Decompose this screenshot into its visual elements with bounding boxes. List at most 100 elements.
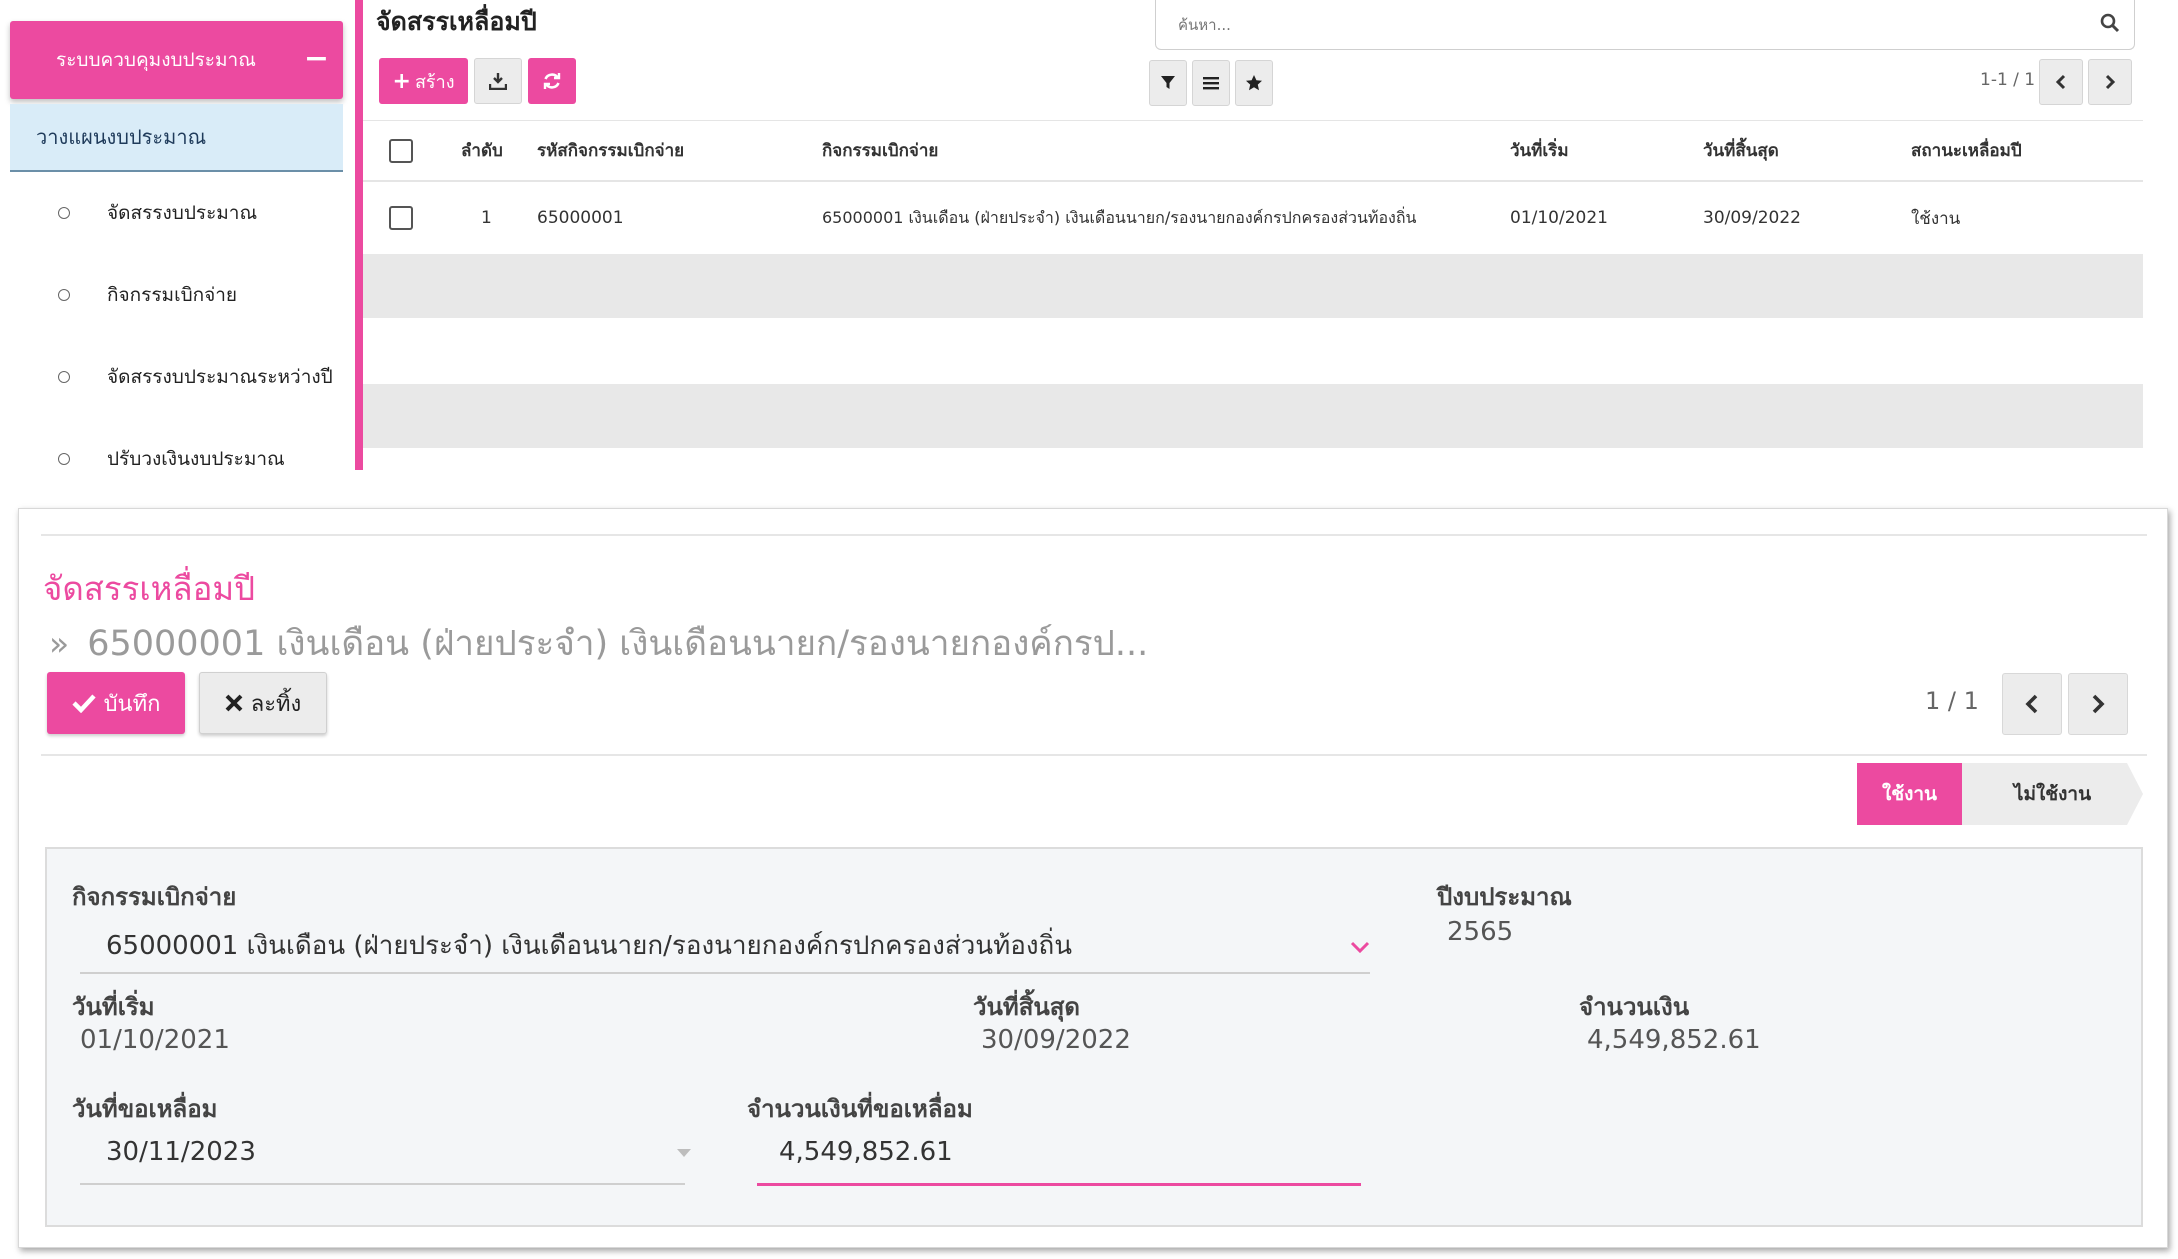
breadcrumb-record-name: 65000001 เงินเดือน (ฝ่ายประจำ) เงินเดือน… [87,624,1149,664]
sidebar-item-label: จัดสรรงบประมาณระหว่างปี [107,366,333,388]
download-button[interactable] [474,58,522,104]
request-amount-underline [757,1183,1361,1186]
amount-label: จำนวนเงิน [1579,993,1690,1021]
double-chevron-icon: » [49,624,70,663]
save-button[interactable]: บันทึก [47,672,185,734]
request-amount-input[interactable]: 4,549,852.61 [779,1137,953,1167]
cell-start-date: 01/10/2021 [1510,208,1608,228]
column-header-end-date[interactable]: วันที่สิ้นสุด [1703,121,1779,180]
form-view: จัดสรรเหลื่อมปี » 65000001 เงินเดือน (ฝ่… [18,508,2168,1248]
star-icon [1246,75,1262,91]
select-all-checkbox[interactable] [389,138,413,163]
empty-row [363,254,2143,318]
download-icon [489,73,507,90]
refresh-button[interactable] [528,58,576,104]
start-date-value: 01/10/2021 [80,1025,230,1055]
cell-status: ใช้งาน [1911,208,1961,229]
chevron-left-icon [2025,694,2038,714]
select-all-cell [389,121,413,180]
collapse-icon[interactable]: − [304,41,329,76]
column-header-seq[interactable]: ลำดับ [461,121,503,180]
create-button[interactable]: + สร้าง [379,58,468,104]
cell-seq: 1 [481,208,492,228]
chevron-left-icon [2055,74,2066,90]
row-select-cell [389,182,413,254]
sidebar-item-budget-adjust[interactable]: ปรับวงเงินงบประมาณ [10,434,343,484]
column-header-code[interactable]: รหัสกิจกรรมเบิกจ่าย [537,121,684,180]
prev-record-button[interactable] [2002,673,2062,735]
divider [41,754,2147,756]
next-page-button[interactable] [2088,59,2132,105]
list-icon [1203,77,1219,90]
fiscal-year-label: ปีงบประมาณ [1437,883,1572,911]
group-by-button[interactable] [1192,60,1230,106]
end-date-value: 30/09/2022 [981,1025,1131,1055]
form-sheet: กิจกรรมเบิกจ่าย 65000001 เงินเดือน (ฝ่าย… [45,847,2143,1227]
pager-indicator: 1-1 / 1 [1980,70,2036,90]
row-checkbox[interactable] [389,206,413,230]
check-icon [71,694,96,713]
sidebar: ระบบควบคุมงบประมาณ − วางแผนงบประมาณ จัดส… [0,0,354,470]
filter-icon [1161,76,1175,89]
sidebar-item-mid-year-allocation[interactable]: จัดสรรงบประมาณระหว่างปี [10,352,343,402]
column-header-status[interactable]: สถานะเหลื่อมปี [1911,121,2022,180]
column-header-start-date[interactable]: วันที่เริ่ม [1510,121,1569,180]
sidebar-divider [355,0,363,470]
sidebar-item-allocation[interactable]: จัดสรรงบประมาณ [10,188,343,238]
divider [41,534,2147,536]
chevron-down-icon[interactable] [1350,941,1370,953]
sidebar-item-label: กิจกรรมเบิกจ่าย [107,284,238,306]
sidebar-item-label: ปรับวงเงินงบประมาณ [107,448,285,470]
chevron-right-icon [2105,74,2116,90]
status-inactive[interactable]: ไม่ใช้งาน [1962,763,2143,825]
create-label: สร้าง [414,71,455,93]
request-date-underline [80,1183,685,1185]
prev-page-button[interactable] [2039,59,2083,105]
activity-label: กิจกรรมเบิกจ่าย [72,883,237,911]
sidebar-item-disbursement[interactable]: กิจกรรมเบิกจ่าย [10,270,343,320]
activity-underline [80,972,1370,974]
amount-value: 4,549,852.61 [1587,1025,1761,1055]
favorites-button[interactable] [1235,60,1273,106]
circle-bullet-icon [58,453,70,465]
request-amount-label: จำนวนเงินที่ขอเหลื่อม [747,1095,973,1123]
search-icon[interactable] [2100,13,2120,33]
status-active[interactable]: ใช้งาน [1857,763,1978,825]
search-input[interactable] [1178,10,2058,40]
table-row[interactable]: 1 65000001 65000001 เงินเดือน (ฝ่ายประจำ… [363,182,2143,254]
column-header-activity[interactable]: กิจกรรมเบิกจ่าย [822,121,938,180]
sidebar-header-label: ระบบควบคุมงบประมาณ [56,49,256,71]
cell-code: 65000001 [537,208,624,228]
fiscal-year-value: 2565 [1447,917,1514,947]
circle-bullet-icon [58,289,70,301]
page-title: จัดสรรเหลื่อมปี [376,7,537,36]
filter-button[interactable] [1149,60,1187,106]
form-title: จัดสรรเหลื่อมปี [43,569,256,608]
close-icon [225,694,243,712]
plus-icon: + [392,68,411,94]
sidebar-header-budget-control[interactable]: ระบบควบคุมงบประมาณ − [10,21,343,99]
record-pager: 1 / 1 [1925,687,1979,715]
request-date-input[interactable]: 30/11/2023 [106,1137,256,1167]
save-label: บันทึก [103,691,161,717]
list-view: ระบบควบคุมงบประมาณ − วางแผนงบประมาณ จัดส… [0,0,2178,470]
empty-row [363,318,2143,384]
start-date-label: วันที่เริ่ม [72,993,155,1021]
data-table: ลำดับ รหัสกิจกรรมเบิกจ่าย กิจกรรมเบิกจ่า… [363,120,2143,448]
status-bar: ใช้งาน ไม่ใช้งาน [1857,763,2143,825]
discard-label: ละทิ้ง [250,691,302,717]
refresh-icon [543,73,561,89]
breadcrumb: » 65000001 เงินเดือน (ฝ่ายประจำ) เงินเดื… [49,616,1148,671]
request-date-label: วันที่ขอเหลื่อม [72,1095,218,1123]
circle-bullet-icon [58,207,70,219]
empty-row [363,384,2143,448]
caret-down-icon[interactable] [677,1149,691,1157]
next-record-button[interactable] [2068,673,2128,735]
sidebar-sub-label: วางแผนงบประมาณ [36,125,207,149]
discard-button[interactable]: ละทิ้ง [199,672,327,734]
table-header: ลำดับ รหัสกิจกรรมเบิกจ่าย กิจกรรมเบิกจ่า… [363,120,2143,182]
sidebar-item-budget-planning[interactable]: วางแผนงบประมาณ [10,104,343,172]
activity-select[interactable]: 65000001 เงินเดือน (ฝ่ายประจำ) เงินเดือน… [106,925,1072,966]
end-date-label: วันที่สิ้นสุด [973,993,1080,1021]
sidebar-item-label: จัดสรรงบประมาณ [107,202,258,224]
